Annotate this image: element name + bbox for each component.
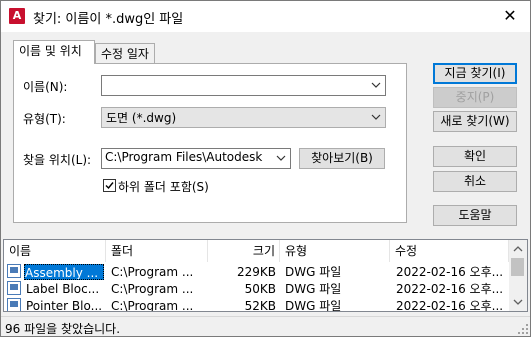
type-select[interactable]: 도면 (*.dwg) [101, 107, 386, 128]
column-header-folder[interactable]: 폴더 [106, 240, 208, 262]
new-search-button[interactable]: 새로 찾기(W) [433, 111, 517, 132]
file-modified: 2022-02-16 오후... [396, 282, 504, 296]
tab-label: 이름 및 위치 [19, 44, 82, 58]
column-header-size[interactable]: 크기 [208, 240, 280, 262]
dwg-file-icon [7, 281, 21, 295]
window-title: 찾기: 이름이 *.dwg인 파일 [33, 12, 184, 27]
column-header-name[interactable]: 이름 [4, 240, 106, 262]
lookin-value: C:\Program Files\Autodesk [105, 150, 263, 164]
file-type: DWG 파일 [285, 299, 342, 312]
table-row[interactable]: Label Bloc... C:\Program ... 50KB DWG 파일… [4, 281, 509, 297]
cancel-button[interactable]: 취소 [433, 171, 517, 192]
status-bar: 96 파일을 찾았습니다. [1, 316, 530, 336]
type-label: 유형(T): [23, 112, 66, 126]
find-now-button[interactable]: 지금 찾기(I) [433, 63, 517, 84]
chevron-down-icon[interactable] [370, 111, 382, 123]
file-type: DWG 파일 [285, 282, 342, 296]
file-size: 50KB [244, 282, 276, 296]
column-header-type[interactable]: 유형 [280, 240, 390, 262]
file-folder: C:\Program ... [111, 299, 194, 312]
lookin-label: 찾을 위치(L): [23, 153, 92, 167]
table-row[interactable]: Pointer Blo... C:\Program ... 52KB DWG 파… [4, 298, 509, 312]
title-bar: A 찾기: 이름이 *.dwg인 파일 ✕ [1, 1, 530, 32]
file-type: DWG 파일 [285, 265, 342, 279]
scrollbar-thumb[interactable] [511, 258, 524, 276]
resize-grip-icon[interactable] [518, 324, 528, 334]
help-button[interactable]: 도움말 [433, 205, 517, 226]
status-text: 96 파일을 찾았습니다. [5, 322, 121, 336]
ok-button[interactable]: 확인 [433, 146, 517, 167]
scroll-down-icon [513, 299, 523, 305]
file-folder: C:\Program ... [111, 265, 194, 279]
tab-name-location[interactable]: 이름 및 위치 [13, 40, 95, 64]
scroll-up-icon [513, 246, 523, 252]
dwg-file-icon [7, 264, 21, 278]
find-dialog: A 찾기: 이름이 *.dwg인 파일 ✕ 이름 및 위치 수정 일자 이름(N… [0, 0, 531, 337]
file-size: 229KB [236, 265, 276, 279]
file-name: Label Bloc... [26, 282, 100, 296]
include-subfolders-label: 하위 폴더 포함(S) [118, 180, 209, 194]
tab-date-modified[interactable]: 수정 일자 [95, 43, 155, 65]
results-list[interactable]: 이름 폴더 크기 유형 수정 Assembly ... C:\Program .… [3, 239, 528, 312]
checkmark-icon [105, 182, 114, 190]
column-header-modified[interactable]: 수정 [390, 240, 509, 262]
include-subfolders-checkbox[interactable] [103, 179, 116, 192]
chevron-down-icon[interactable] [370, 79, 382, 91]
name-combobox[interactable] [101, 75, 386, 96]
table-row[interactable]: Assembly ... C:\Program ... 229KB DWG 파일… [4, 264, 509, 280]
lookin-combobox[interactable]: C:\Program Files\Autodesk [101, 148, 291, 169]
name-label: 이름(N): [23, 80, 68, 94]
file-folder: C:\Program ... [111, 282, 194, 296]
file-modified: 2022-02-16 오후... [396, 265, 504, 279]
file-name: Pointer Blo... [26, 299, 103, 312]
browse-button[interactable]: 찾아보기(B) [299, 148, 385, 169]
file-modified: 2022-02-16 오후... [396, 299, 504, 312]
tab-label: 수정 일자 [101, 47, 149, 61]
stop-button[interactable]: 중지(P) [433, 87, 517, 108]
type-value: 도면 (*.dwg) [106, 111, 177, 125]
autocad-app-icon: A [9, 8, 25, 24]
close-icon: ✕ [503, 6, 517, 25]
file-name: Assembly ... [24, 264, 104, 280]
vertical-scrollbar[interactable] [509, 240, 527, 311]
close-button[interactable]: ✕ [490, 1, 530, 32]
chevron-down-icon[interactable] [275, 152, 287, 164]
dwg-file-icon [7, 298, 21, 311]
file-size: 52KB [244, 299, 276, 312]
